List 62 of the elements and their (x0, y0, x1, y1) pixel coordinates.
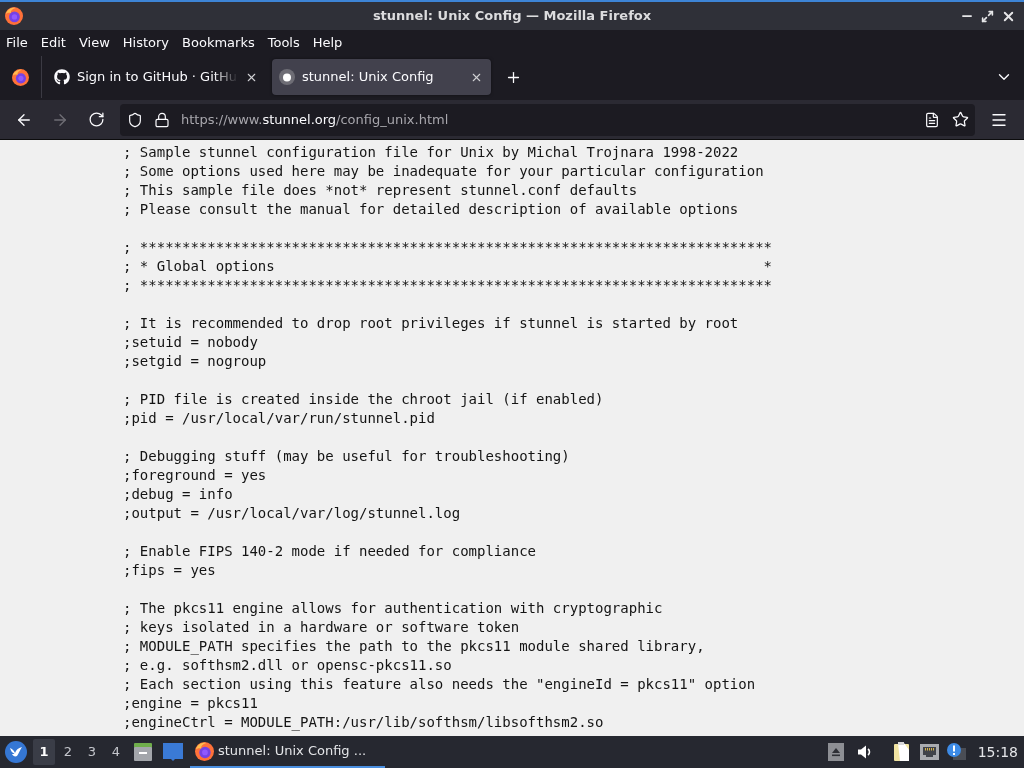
menu-item[interactable]: Bookmarks (182, 35, 255, 49)
workspace-button[interactable]: 4 (105, 739, 127, 765)
network-port-icon[interactable] (919, 744, 939, 760)
config-line: ;foreground = yes (123, 466, 267, 485)
shield-icon[interactable] (127, 111, 143, 128)
config-line: ; Each section using this feature also needs the "engineId = pkcs11" option (123, 675, 756, 694)
menu-item[interactable]: History (122, 35, 170, 49)
reload-icon[interactable] (87, 111, 105, 128)
cat-logo-icon (54, 69, 70, 85)
menu-item[interactable]: View (78, 35, 110, 49)
browser-tab[interactable]: stunnel: Unix Config (272, 59, 491, 95)
config-line: ; Some options used here may be inadequate for your particular configuration (123, 162, 764, 181)
speaker-icon[interactable] (856, 744, 873, 760)
config-line: ;engineCtrl = MODULE_PATH:/usr/lib/softhsm/libsofthsm2.so (123, 713, 604, 732)
app-logo-icon (5, 7, 23, 25)
config-line: ; Please consult the manual for detailed description of available options (123, 200, 739, 219)
config-line: ; Sample stunnel configuration file for Unix by Michal Trojnara 1998-2022 (123, 143, 739, 162)
config-line: ; This sample file does *not* represent stunnel.conf defaults (123, 181, 638, 200)
address-bar[interactable]: https://www.stunnel.org/config_unix.html (120, 103, 975, 136)
config-line: ;pid = /usr/local/var/run/stunnel.pid (123, 409, 435, 428)
config-line: ;output = /usr/local/var/log/stunnel.log (123, 504, 461, 523)
app-logo-icon[interactable] (12, 68, 29, 86)
clipboard-icon[interactable] (892, 742, 911, 762)
clock-text: 15:18 (977, 742, 1018, 762)
menu-item[interactable]: Edit (40, 35, 66, 49)
maximize-icon[interactable] (981, 9, 994, 23)
config-line: ; *************************************************************************** (123, 276, 772, 295)
star-icon[interactable] (952, 111, 969, 128)
config-line: ; PID file is created inside the chroot jail (if enabled) (123, 390, 604, 409)
url-text: https://www.stunnel.org/config_unix.html (181, 110, 449, 129)
workspace-button[interactable]: 2 (57, 739, 79, 765)
workspace-button[interactable]: 3 (81, 739, 103, 765)
config-line: ;debug = info (123, 485, 233, 504)
config-line: ; It is recommended to drop root privileges if stunnel is started by root (123, 314, 739, 333)
reader-view-icon[interactable] (924, 111, 940, 128)
config-line: ; The pkcs11 engine allows for authentication with cryptographic (123, 599, 663, 618)
config-line: ; e.g. softhsm2.dll or opensc-pkcs11.so (123, 656, 452, 675)
config-line: ;engine = pkcs11 (123, 694, 258, 713)
lock-icon[interactable] (154, 111, 170, 128)
menu-item[interactable]: Tools (267, 35, 300, 49)
config-line: ;setuid = nobody (123, 333, 258, 352)
browser-tab[interactable]: Sign in to GitHub · GitHu (47, 59, 266, 95)
file-cabinet-icon[interactable] (133, 742, 153, 762)
config-line: ;setgid = nogroup (123, 352, 267, 371)
config-line: ;fips = yes (123, 561, 216, 580)
config-line: ; MODULE_PATH specifies the path to the pkcs11 module shared library, (123, 637, 705, 656)
eject-icon[interactable] (827, 743, 844, 761)
menu-item[interactable]: Help (312, 35, 343, 49)
config-line: ; * Global options * (123, 257, 772, 276)
menu-item[interactable]: File (6, 35, 28, 49)
config-line: ; keys isolated in a hardware or software token (123, 618, 520, 637)
site-icon (279, 69, 295, 85)
app-logo-icon (195, 741, 214, 761)
taskbar-window-button[interactable]: stunnel: Unix Config ... (190, 736, 385, 768)
config-line: ; *************************************************************************** (123, 238, 772, 257)
window-title: stunnel: Unix Config — Mozilla Firefox (372, 7, 652, 26)
workspace-button[interactable]: 1 (33, 739, 55, 765)
window-icon[interactable] (163, 743, 183, 761)
config-line: ; Debugging stuff (may be useful for troubleshooting) (123, 447, 570, 466)
notification-icon[interactable] (946, 743, 966, 761)
start-menu-icon[interactable] (5, 741, 27, 763)
config-line: ; Enable FIPS 140-2 mode if needed for compliance (123, 542, 536, 561)
